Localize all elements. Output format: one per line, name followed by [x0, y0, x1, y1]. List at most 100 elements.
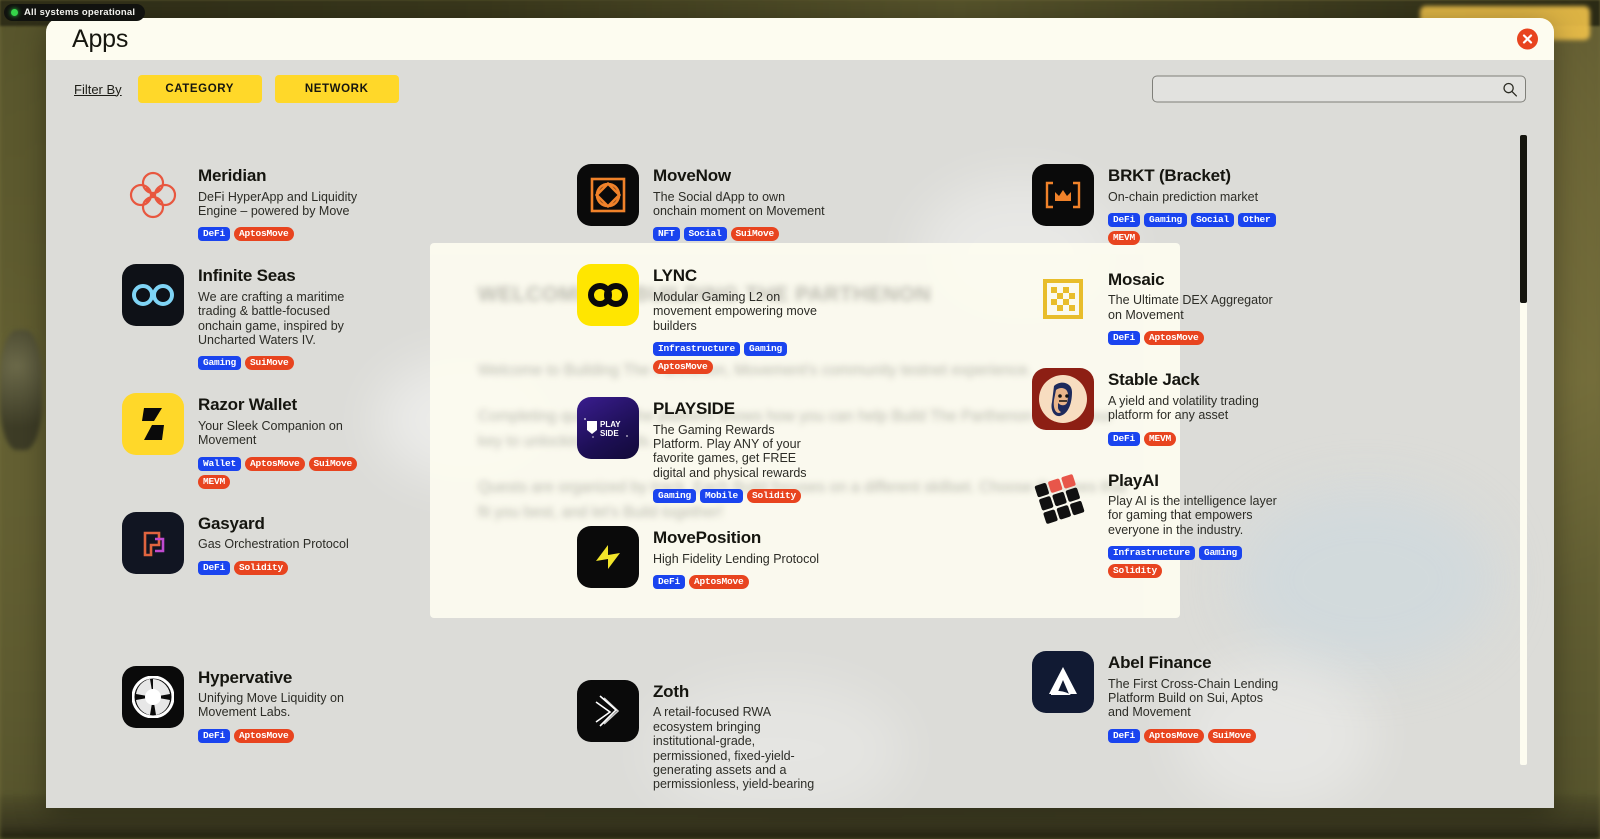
app-name: PlayAI: [1108, 470, 1159, 490]
app-info: Hypervative Unifying Move Liquidity on M…: [198, 666, 370, 743]
category-tag[interactable]: DeFi: [198, 728, 231, 743]
app-description: We are crafting a maritime trading & bat…: [198, 289, 345, 347]
category-tag[interactable]: Infrastructure: [1108, 546, 1196, 561]
lync-logo-icon: [577, 264, 639, 327]
app-name: Stable Jack: [1108, 370, 1200, 390]
category-tag[interactable]: DeFi: [1108, 331, 1141, 346]
network-tag[interactable]: SuiMove: [245, 356, 294, 371]
apps-column: MoveNow The Social dApp to own onchain m…: [577, 164, 1032, 808]
filter-category-button[interactable]: CATEGORY: [137, 75, 262, 103]
category-tag[interactable]: DeFi: [198, 227, 231, 242]
app-card[interactable]: Gasyard Gas Orchestration Protocol DeFi …: [122, 511, 577, 575]
network-tag[interactable]: AptosMove: [689, 574, 749, 589]
category-tag[interactable]: NFT: [653, 227, 680, 242]
app-card[interactable]: Meridian DeFi HyperApp and Liquidity Eng…: [122, 164, 577, 242]
app-tags: Infrastructure Gaming AptosMove: [653, 341, 831, 374]
app-description: Modular Gaming L2 on movement empowering…: [653, 289, 817, 333]
app-tags: DeFi AptosMove: [1108, 331, 1280, 346]
app-card[interactable]: Razor Wallet Your Sleek Companion on Mov…: [122, 393, 577, 489]
app-info: Razor Wallet Your Sleek Companion on Mov…: [198, 393, 376, 489]
app-card[interactable]: Abel Finance The First Cross-Chain Lendi…: [1032, 651, 1487, 743]
app-card[interactable]: Hypervative Unifying Move Liquidity on M…: [122, 665, 577, 743]
network-tag[interactable]: AptosMove: [1144, 728, 1204, 743]
app-card[interactable]: PlayAI Play AI is the intelligence layer…: [1032, 469, 1487, 579]
search-container: [1152, 75, 1526, 103]
network-tag[interactable]: AptosMove: [1144, 331, 1204, 346]
category-tag[interactable]: Gaming: [1144, 212, 1188, 227]
app-card[interactable]: LYNC Modular Gaming L2 on movement empow…: [577, 264, 1032, 374]
category-tag[interactable]: Social: [683, 227, 727, 242]
app-name: Mosaic: [1108, 269, 1165, 289]
search-input[interactable]: [1152, 75, 1526, 103]
scrollbar-thumb[interactable]: [1520, 135, 1527, 303]
category-tag[interactable]: Mobile: [700, 489, 744, 504]
app-description: Unifying Move Liquidity on Movement Labs…: [198, 691, 344, 720]
app-description: On-chain prediction market: [1108, 189, 1259, 204]
close-icon[interactable]: [1517, 28, 1538, 50]
app-name: MovePosition: [653, 528, 762, 548]
app-description: Play AI is the intelligence layer for ga…: [1108, 494, 1277, 537]
category-tag[interactable]: Gaming: [1199, 546, 1243, 561]
svg-text:PLAY: PLAY: [600, 420, 621, 429]
abel-finance-logo-icon: [1032, 651, 1094, 714]
app-tags: DeFi Gaming Social Other MEVM: [1108, 212, 1286, 245]
moveposition-logo-icon: [577, 526, 639, 589]
apps-scroll-region[interactable]: Meridian DeFi HyperApp and Liquidity Eng…: [46, 118, 1554, 808]
network-tag[interactable]: SuiMove: [1207, 728, 1257, 743]
app-card[interactable]: PLAY SIDE PLAYSIDE The Gaming Rewards Pl…: [577, 396, 1032, 504]
network-tag[interactable]: SuiMove: [730, 227, 780, 242]
app-description: A yield and volatility trading platform …: [1108, 393, 1259, 423]
app-tags: DeFi MEVM: [1108, 431, 1280, 446]
app-name: Zoth: [653, 681, 690, 701]
app-card[interactable]: MovePosition High Fidelity Lending Proto…: [577, 526, 1032, 589]
network-tag[interactable]: SuiMove: [308, 456, 358, 471]
scrollbar-track[interactable]: [1520, 135, 1527, 765]
app-info: Abel Finance The First Cross-Chain Lendi…: [1108, 651, 1280, 743]
network-tag[interactable]: Solidity: [747, 489, 802, 504]
category-tag[interactable]: DeFi: [198, 560, 231, 575]
app-name: Infinite Seas: [198, 266, 296, 286]
network-tag[interactable]: MEVM: [1108, 230, 1141, 245]
app-name: MoveNow: [653, 166, 731, 185]
category-tag[interactable]: Other: [1238, 212, 1276, 227]
app-card[interactable]: Mosaic The Ultimate DEX Aggregator on Mo…: [1032, 268, 1487, 346]
network-tag[interactable]: Solidity: [234, 560, 289, 575]
category-tag[interactable]: Social: [1191, 212, 1235, 227]
category-tag[interactable]: DeFi: [653, 574, 686, 589]
category-tag[interactable]: Infrastructure: [653, 341, 741, 356]
app-card[interactable]: Infinite Seas We are crafting a maritime…: [122, 264, 577, 371]
app-card[interactable]: Zoth A retail-focused RWA ecosystem brin…: [577, 679, 1032, 792]
app-info: Zoth A retail-focused RWA ecosystem brin…: [653, 680, 825, 792]
network-tag[interactable]: AptosMove: [245, 456, 305, 471]
background-rock: [0, 330, 42, 450]
gasyard-logo-icon: [122, 511, 184, 574]
network-tag[interactable]: Solidity: [1108, 564, 1163, 579]
apps-modal: Apps WELCOME TO BUILDING THE PARTHENON W…: [46, 18, 1554, 808]
page-title: Apps: [72, 24, 129, 53]
stable-jack-logo-icon: [1032, 368, 1094, 431]
app-info: Mosaic The Ultimate DEX Aggregator on Mo…: [1108, 268, 1280, 346]
app-card[interactable]: Stable Jack A yield and volatility tradi…: [1032, 368, 1487, 446]
network-tag[interactable]: AptosMove: [653, 359, 713, 374]
zoth-logo-icon: [577, 679, 639, 742]
network-tag[interactable]: AptosMove: [234, 227, 294, 242]
category-tag[interactable]: Wallet: [198, 456, 242, 471]
network-tag[interactable]: MEVM: [198, 474, 231, 489]
category-tag[interactable]: Gaming: [653, 489, 697, 504]
category-tag[interactable]: Gaming: [744, 341, 788, 356]
app-info: MovePosition High Fidelity Lending Proto…: [653, 526, 819, 589]
category-tag[interactable]: DeFi: [1108, 431, 1141, 446]
app-card[interactable]: BRKT (Bracket) On-chain prediction marke…: [1032, 164, 1487, 245]
app-card[interactable]: MoveNow The Social dApp to own onchain m…: [577, 164, 1032, 242]
movenow-logo-icon: [577, 164, 639, 226]
mosaic-logo-icon: [1032, 268, 1094, 330]
category-tag[interactable]: DeFi: [1108, 728, 1141, 743]
network-tag[interactable]: MEVM: [1144, 431, 1177, 446]
app-tags: Gaming Mobile Solidity: [653, 489, 825, 504]
network-tag[interactable]: AptosMove: [234, 728, 294, 743]
filter-network-button[interactable]: NETWORK: [274, 75, 399, 103]
app-tags: DeFi AptosMove: [198, 728, 370, 743]
app-tags: Infrastructure Gaming Solidity: [1108, 546, 1286, 579]
category-tag[interactable]: Gaming: [198, 356, 242, 371]
category-tag[interactable]: DeFi: [1108, 212, 1141, 227]
